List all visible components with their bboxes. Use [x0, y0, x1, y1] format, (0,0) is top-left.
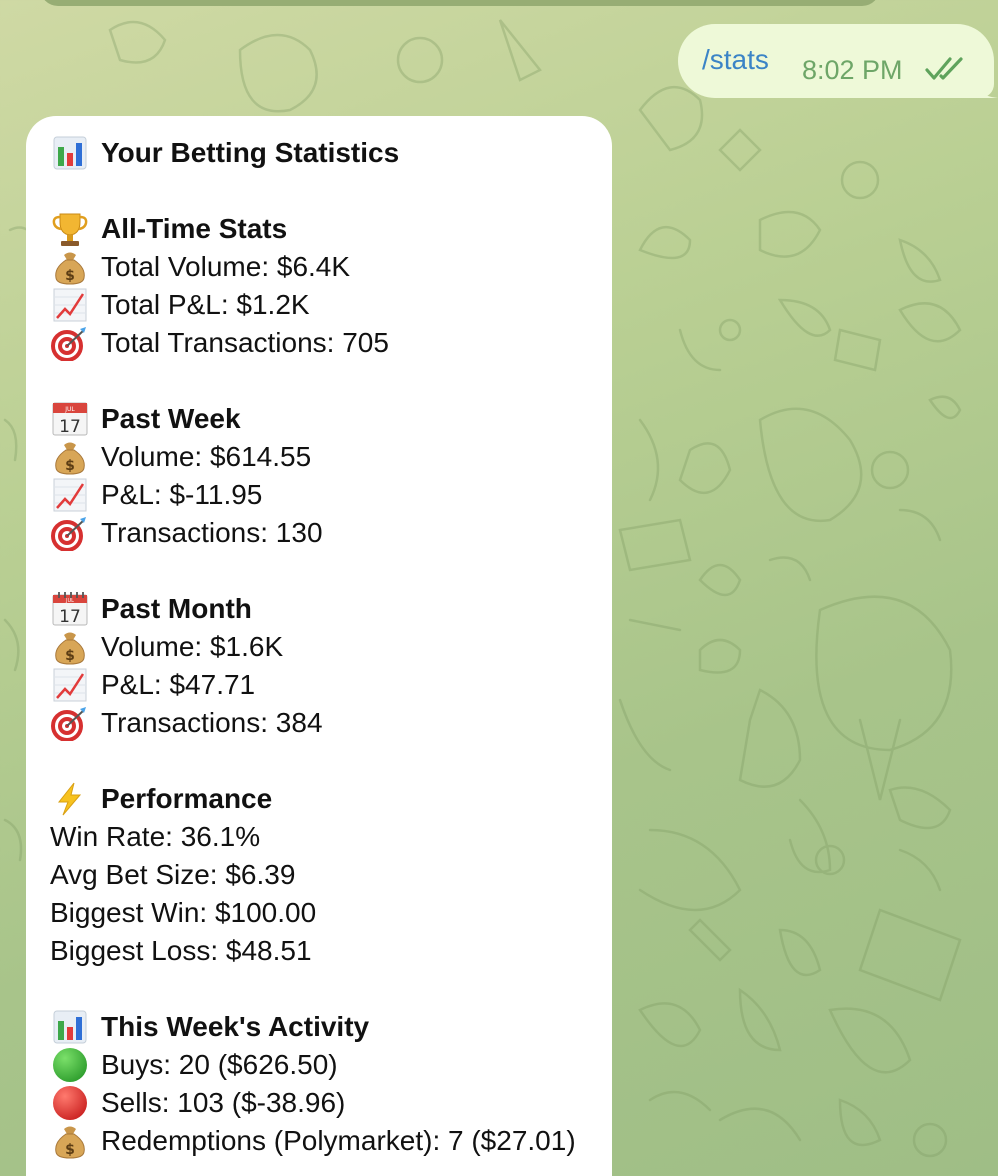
svg-text:JUL: JUL [65, 598, 74, 604]
all-time-pnl: Total P&L: $1.2K [50, 286, 610, 324]
performance-header-text: Performance [101, 783, 273, 814]
money-bag-icon: $ [50, 248, 90, 286]
past-month-pnl: P&L: $47.71 [50, 666, 610, 704]
past-month-volume-text: Volume: $1.6K [101, 631, 284, 662]
buys-text: Buys: 20 ($626.50) [101, 1049, 338, 1080]
biggest-loss-text: Biggest Loss: $48.51 [50, 935, 312, 966]
svg-text:17: 17 [59, 607, 81, 627]
avg-bet-size: Avg Bet Size: $6.39 [50, 856, 610, 894]
biggest-loss: Biggest Loss: $48.51 [50, 932, 610, 970]
all-time-transactions-text: Total Transactions: 705 [101, 327, 389, 358]
bar-chart-icon [50, 134, 90, 172]
redemptions: $ Redemptions (Polymarket): 7 ($27.01) [50, 1122, 610, 1160]
double-check-icon [925, 57, 963, 80]
past-week-header: JUL 17 Past Week [50, 400, 610, 438]
outgoing-message-text[interactable]: /stats [702, 44, 769, 76]
all-time-transactions: Total Transactions: 705 [50, 324, 610, 362]
redemptions-text: Redemptions (Polymarket): 7 ($27.01) [101, 1125, 576, 1156]
biggest-win-text: Biggest Win: $100.00 [50, 897, 317, 928]
pinned-bar [40, 0, 880, 6]
past-week-transactions-text: Transactions: 130 [101, 517, 323, 548]
past-week-header-text: Past Week [101, 403, 241, 434]
win-rate-text: Win Rate: 36.1% [50, 821, 261, 852]
svg-text:$: $ [65, 458, 75, 474]
svg-text:17: 17 [59, 417, 81, 437]
week-activity-header: This Week's Activity [50, 1008, 610, 1046]
chart-increasing-icon [50, 286, 90, 324]
past-month-header-text: Past Month [101, 593, 252, 624]
stats-title-text: Your Betting Statistics [101, 137, 400, 168]
past-month-transactions-text: Transactions: 384 [101, 707, 323, 738]
red-circle-icon [50, 1084, 90, 1122]
all-time-volume: $ Total Volume: $6.4K [50, 248, 610, 286]
past-week-pnl-text: P&L: $-11.95 [101, 479, 263, 510]
money-bag-icon: $ [50, 438, 90, 476]
all-time-pnl-text: Total P&L: $1.2K [101, 289, 310, 320]
performance-header: Performance [50, 780, 610, 818]
buys: Buys: 20 ($626.50) [50, 1046, 610, 1084]
svg-text:$: $ [65, 648, 75, 664]
sells: Sells: 103 ($-38.96) [50, 1084, 610, 1122]
past-month-header: JUL 17 Past Month [50, 590, 610, 628]
svg-text:JUL: JUL [64, 406, 75, 413]
week-activity-header-text: This Week's Activity [101, 1011, 370, 1042]
avg-bet-size-text: Avg Bet Size: $6.39 [50, 859, 296, 890]
chart-increasing-icon [50, 666, 90, 704]
all-time-header-text: All-Time Stats [101, 213, 288, 244]
money-bag-icon: $ [50, 628, 90, 666]
target-icon [50, 704, 90, 742]
message-time: 8:02 PM [802, 55, 903, 85]
win-rate: Win Rate: 36.1% [50, 818, 610, 856]
calendar-icon: JUL 17 [50, 400, 90, 438]
lightning-icon [50, 780, 90, 818]
svg-text:$: $ [65, 1142, 75, 1158]
target-icon [50, 324, 90, 362]
past-week-transactions: Transactions: 130 [50, 514, 610, 552]
chart-increasing-icon [50, 476, 90, 514]
past-week-volume: $ Volume: $614.55 [50, 438, 610, 476]
biggest-win: Biggest Win: $100.00 [50, 894, 610, 932]
bar-chart-icon [50, 1008, 90, 1046]
svg-text:$: $ [65, 268, 75, 284]
all-time-volume-text: Total Volume: $6.4K [101, 251, 351, 282]
spiral-calendar-icon: JUL 17 [50, 590, 90, 628]
sells-text: Sells: 103 ($-38.96) [101, 1087, 346, 1118]
past-week-volume-text: Volume: $614.55 [101, 441, 312, 472]
outgoing-bubble-tail [972, 72, 998, 98]
green-circle-icon [50, 1046, 90, 1084]
stats-message: Your Betting Statistics All-Time Stats $… [50, 134, 610, 1160]
past-month-volume: $ Volume: $1.6K [50, 628, 610, 666]
all-time-header: All-Time Stats [50, 210, 610, 248]
past-week-pnl: P&L: $-11.95 [50, 476, 610, 514]
trophy-icon [50, 210, 90, 248]
past-month-pnl-text: P&L: $47.71 [101, 669, 256, 700]
money-bag-icon: $ [50, 1122, 90, 1160]
stats-title: Your Betting Statistics [50, 134, 610, 172]
target-icon [50, 514, 90, 552]
past-month-transactions: Transactions: 384 [50, 704, 610, 742]
